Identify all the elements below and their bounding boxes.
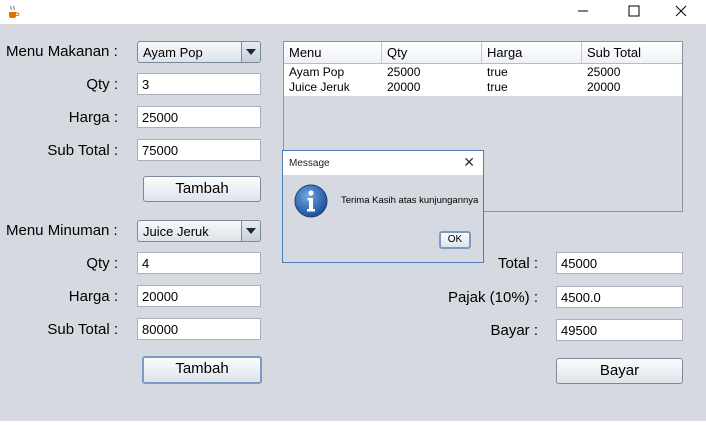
food-subtotal-label: Sub Total : [47,142,118,159]
food-qty-field[interactable]: 3 [137,73,261,95]
food-qty-label: Qty : [86,76,118,93]
food-menu-selected: Ayam Pop [143,45,203,60]
chevron-down-icon[interactable] [241,221,260,241]
minimize-icon [578,10,588,12]
chevron-down-icon[interactable] [241,42,260,62]
drink-subtotal-label: Sub Total : [47,321,118,338]
column-header[interactable]: Qty [382,42,482,63]
title-bar [0,0,706,24]
drink-qty-field[interactable]: 4 [137,252,261,274]
dialog-close-icon[interactable]: ✕ [463,154,475,171]
drink-subtotal-field[interactable]: 80000 [137,318,261,340]
drink-add-button[interactable]: Tambah [142,356,262,384]
drink-menu-label: Menu Minuman : [6,222,118,239]
drink-menu-selected: Juice Jeruk [143,224,209,239]
food-add-button[interactable]: Tambah [143,176,261,202]
total-field[interactable]: 45000 [556,252,683,274]
dialog-title: Message [289,158,330,169]
drink-price-label: Harga : [68,288,118,305]
table-header: Menu Qty Harga Sub Total [284,42,682,64]
java-coffee-icon [9,5,20,18]
table-cell: 20000 [387,80,421,94]
dialog-body: Terima Kasih atas kunjungannya OK [283,175,483,262]
table-cell: Ayam Pop [289,65,345,79]
column-header[interactable]: Harga [482,42,582,63]
table-cell: true [487,65,508,79]
pay-button[interactable]: Bayar [556,358,683,384]
close-icon [675,5,687,17]
tax-field[interactable]: 4500.0 [556,286,683,308]
table-cell: 25000 [587,65,621,79]
message-dialog: Message ✕ Terima Kasih atas kunjungannya… [282,150,484,263]
table-body: Ayam Pop 25000 true 25000 Juice Jeruk 20… [284,64,682,96]
food-subtotal-field[interactable]: 75000 [137,139,261,161]
table-cell: 20000 [587,80,621,94]
close-button[interactable] [661,0,701,22]
dialog-message: Terima Kasih atas kunjungannya [341,195,479,206]
table-row[interactable]: Juice Jeruk 20000 true 20000 [284,80,682,95]
maximize-icon [628,5,640,17]
info-icon [294,184,328,218]
drink-price-field[interactable]: 20000 [137,285,261,307]
minimize-button[interactable] [563,0,603,22]
table-cell: Juice Jeruk [289,80,350,94]
pay-field[interactable]: 49500 [556,319,683,341]
drink-qty-label: Qty : [86,255,118,272]
food-price-label: Harga : [68,109,118,126]
table-cell: 25000 [387,65,421,79]
drink-menu-combo[interactable]: Juice Jeruk [137,220,261,242]
ok-button[interactable]: OK [439,231,471,249]
food-menu-label: Menu Makanan : [6,43,118,60]
tax-label: Pajak (10%) : [447,289,538,306]
food-menu-combo[interactable]: Ayam Pop [137,41,261,63]
food-price-field[interactable]: 25000 [137,106,261,128]
total-label: Total : [497,255,538,272]
table-cell: true [487,80,508,94]
pay-label: Bayar : [490,322,538,339]
column-header[interactable]: Menu [284,42,382,63]
table-row[interactable]: Ayam Pop 25000 true 25000 [284,65,682,80]
maximize-button[interactable] [614,0,654,22]
column-header[interactable]: Sub Total [582,42,682,63]
